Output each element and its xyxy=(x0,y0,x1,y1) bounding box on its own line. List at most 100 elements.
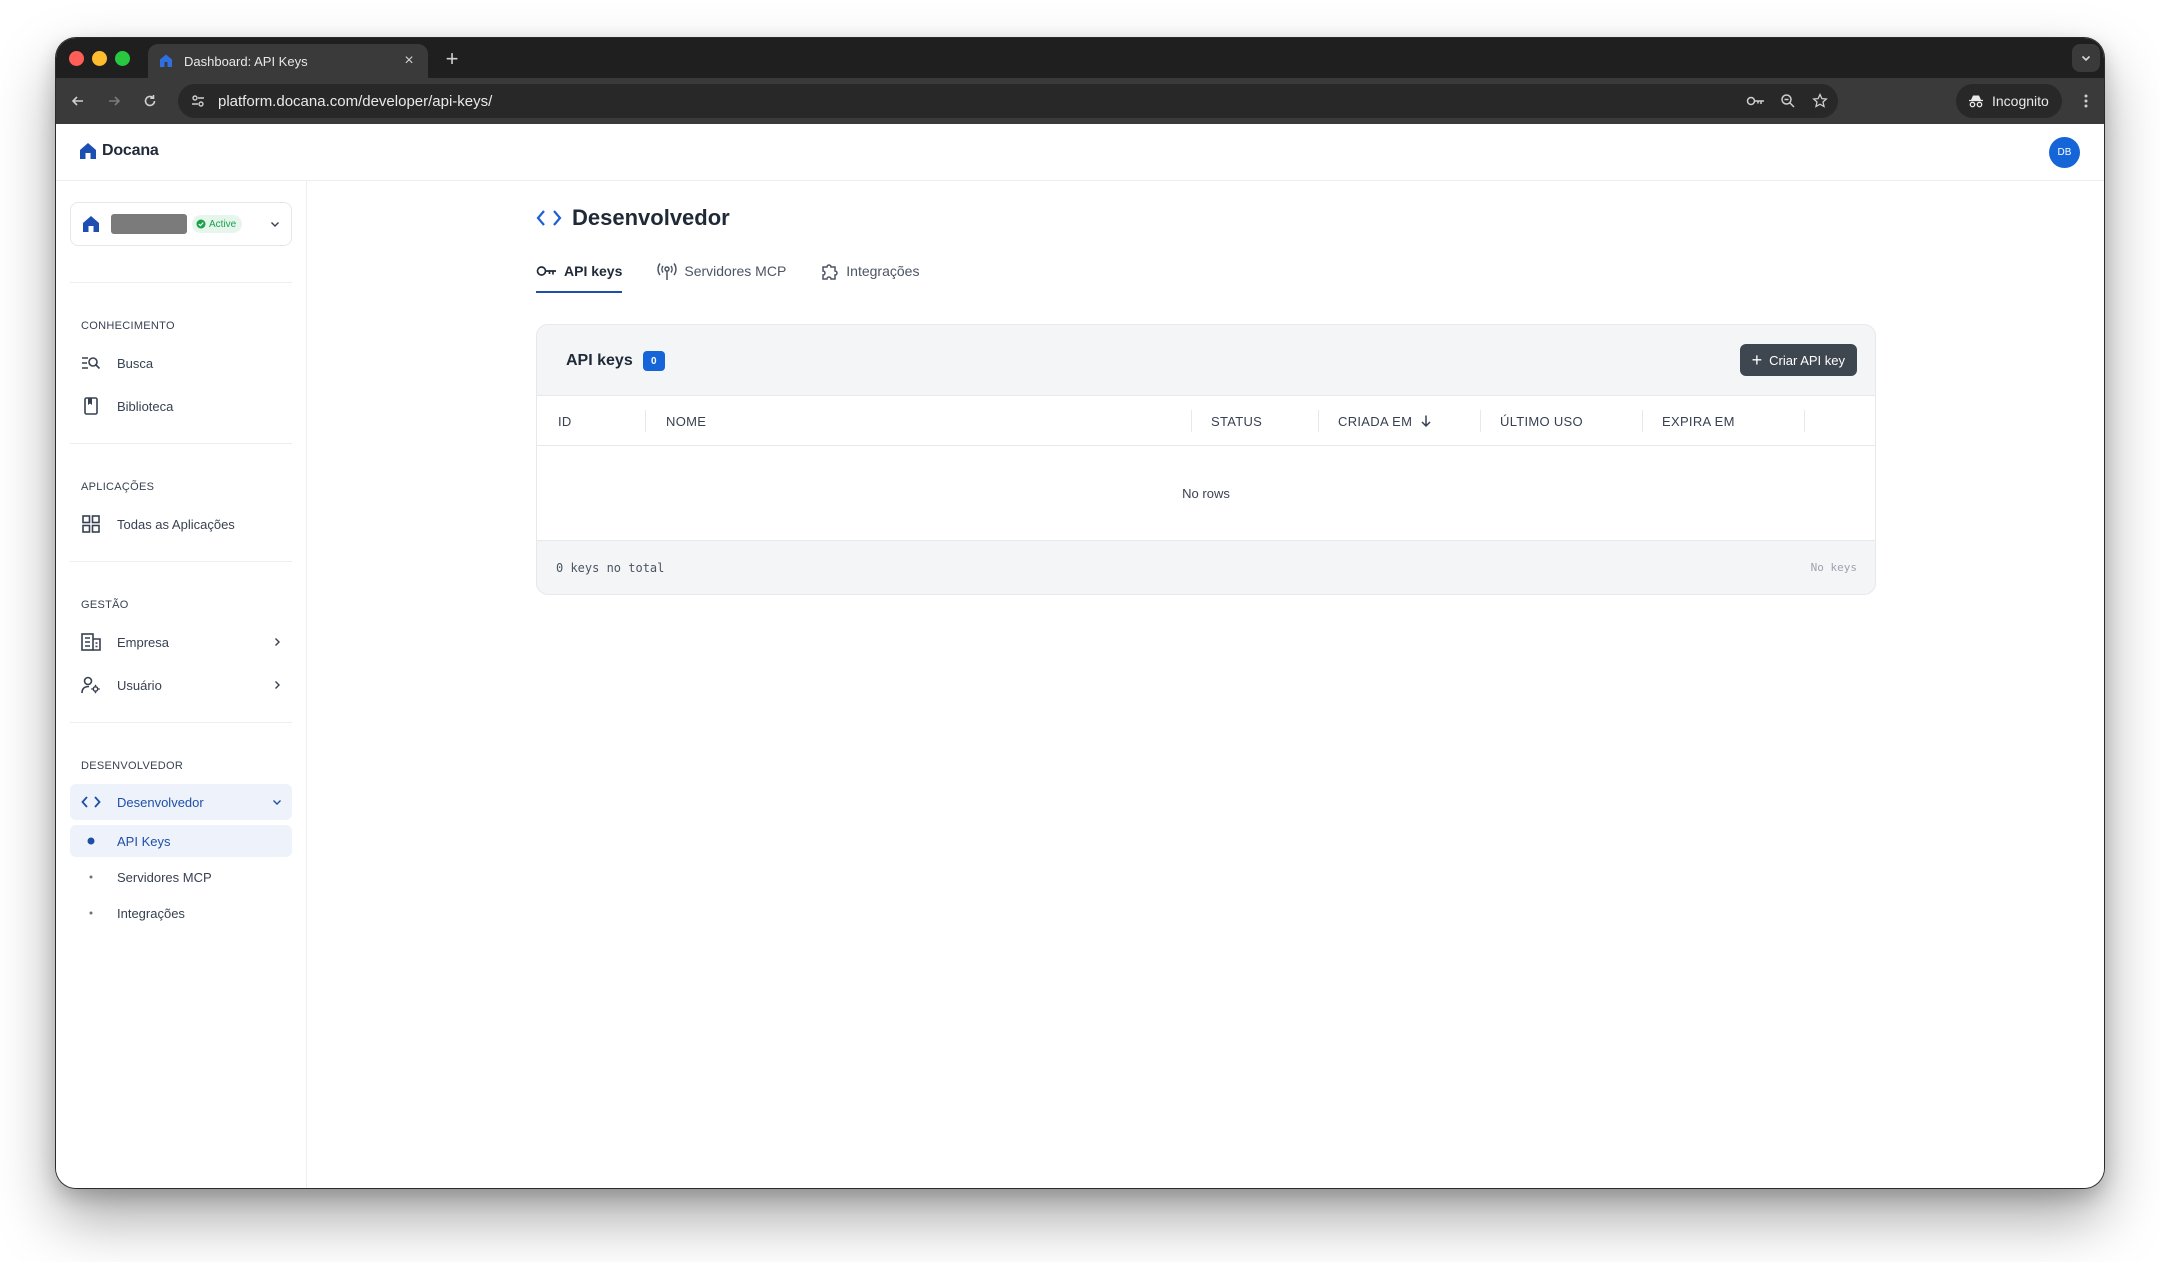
zoom-icon[interactable] xyxy=(1772,84,1804,118)
section-title-desenvolvedor: DESENVOLVEDOR xyxy=(81,760,184,772)
section-title-gestao: GESTÃO xyxy=(81,599,129,611)
column-header-nome[interactable]: NOME xyxy=(666,396,706,446)
sort-descending-icon xyxy=(1421,415,1431,428)
key-icon xyxy=(536,266,556,276)
sidebar-subitem-label: Integrações xyxy=(117,905,185,921)
empty-state-text: No rows xyxy=(1182,485,1230,501)
sidebar-item-label: Busca xyxy=(117,355,154,371)
code-icon xyxy=(81,792,101,812)
section-title-aplicacoes: APLICAÇÕES xyxy=(81,481,155,493)
tab-search-button[interactable] xyxy=(2072,44,2100,72)
back-button[interactable] xyxy=(66,89,90,113)
column-separator[interactable] xyxy=(1480,410,1481,432)
page-header: Desenvolvedor xyxy=(536,205,730,231)
column-header-ultimo-uso[interactable]: ÚLTIMO USO xyxy=(1500,396,1583,446)
tab-api-keys[interactable]: API keys xyxy=(536,251,623,293)
chevron-down-icon xyxy=(271,222,279,227)
more-vertical-icon xyxy=(2084,94,2088,108)
tab-label: Servidores MCP xyxy=(684,263,787,279)
column-separator[interactable] xyxy=(1318,410,1319,432)
column-header-id[interactable]: ID xyxy=(558,396,572,446)
create-api-key-label: Criar API key xyxy=(1769,352,1845,368)
sidebar-subitem-servidores-mcp[interactable]: Servidores MCP xyxy=(70,861,292,893)
page-title: Desenvolvedor xyxy=(572,205,730,230)
table-header: ID NOME STATUS CRIADA EM ÚLTIMO USO EXPI… xyxy=(537,395,1875,446)
plus-icon: + xyxy=(1751,350,1763,370)
sidebar-item-desenvolvedor[interactable]: Desenvolvedor xyxy=(70,784,292,820)
sidebar-subitem-integracoes[interactable]: Integrações xyxy=(70,897,292,929)
maximize-window-button[interactable] xyxy=(115,51,130,66)
tab-label: API keys xyxy=(564,263,623,279)
table-body: No rows xyxy=(537,446,1875,541)
divider xyxy=(70,443,292,444)
card-footer: 0 keys no total No keys xyxy=(537,541,1875,594)
close-window-button[interactable] xyxy=(69,51,84,66)
tab-integracoes[interactable]: Integrações xyxy=(820,251,919,291)
grid-icon xyxy=(81,514,101,534)
app: Docana DB Active CONHECIMENTO Busca Bibl… xyxy=(56,124,2104,1188)
sidebar-item-usuario[interactable]: Usuário xyxy=(70,667,292,703)
incognito-indicator[interactable]: Incognito xyxy=(1956,84,2062,118)
password-key-icon[interactable] xyxy=(1740,84,1772,118)
building-icon xyxy=(81,632,101,652)
column-separator[interactable] xyxy=(1642,410,1643,432)
sidebar-item-busca[interactable]: Busca xyxy=(70,345,292,381)
org-logo-icon xyxy=(83,216,99,232)
forward-button[interactable] xyxy=(102,89,126,113)
sidebar-item-empresa[interactable]: Empresa xyxy=(70,624,292,660)
docana-logo-icon xyxy=(80,143,96,159)
docana-logo[interactable]: Docana xyxy=(78,141,159,161)
tab-label: Integrações xyxy=(846,263,920,279)
close-tab-icon[interactable]: × xyxy=(400,52,418,70)
main-content: Desenvolvedor API keys Servidores MCP In… xyxy=(308,181,2104,1188)
browser-menu-button[interactable] xyxy=(2074,89,2098,113)
divider xyxy=(70,561,292,562)
card-header: API keys 0 + Criar API key xyxy=(537,325,1875,395)
book-icon xyxy=(81,396,101,416)
column-separator[interactable] xyxy=(1804,410,1805,432)
api-keys-card: API keys 0 + Criar API key ID NOME STATU… xyxy=(536,324,1876,595)
sidebar-item-label: Biblioteca xyxy=(117,398,174,414)
sidebar-subitem-api-keys[interactable]: API Keys xyxy=(70,825,292,857)
total-keys-text: 0 keys no total xyxy=(556,561,665,575)
status-badge-label: Active xyxy=(209,218,237,230)
sidebar-item-label: Todas as Aplicações xyxy=(117,516,235,532)
sidebar: Active CONHECIMENTO Busca Biblioteca APL… xyxy=(56,181,307,1188)
browser-toolbar: platform.docana.com/developer/api-keys/ … xyxy=(56,78,2104,124)
reload-icon xyxy=(144,95,156,107)
search-list-icon xyxy=(81,353,101,373)
column-separator[interactable] xyxy=(1191,410,1192,432)
org-switcher[interactable]: Active xyxy=(70,202,292,246)
address-bar[interactable]: platform.docana.com/developer/api-keys/ xyxy=(178,84,1838,118)
tab-servidores-mcp[interactable]: Servidores MCP xyxy=(656,251,786,291)
docana-favicon-icon xyxy=(160,54,172,67)
reload-button[interactable] xyxy=(138,89,162,113)
card-title-text: API keys xyxy=(566,352,633,369)
column-header-status[interactable]: STATUS xyxy=(1211,396,1262,446)
column-header-label: CRIADA EM xyxy=(1338,413,1413,429)
user-settings-icon xyxy=(81,675,101,695)
incognito-icon xyxy=(1969,95,1983,108)
column-header-expira-em[interactable]: EXPIRA EM xyxy=(1662,396,1735,446)
site-settings-icon[interactable] xyxy=(188,91,208,111)
status-badge: Active xyxy=(192,215,243,233)
column-separator[interactable] xyxy=(645,410,646,432)
bookmark-star-icon[interactable] xyxy=(1804,84,1836,118)
sidebar-subitem-label: Servidores MCP xyxy=(117,869,212,885)
sidebar-subitem-label: API Keys xyxy=(117,833,171,849)
chevron-down-icon xyxy=(2081,55,2091,62)
new-tab-button[interactable]: + xyxy=(440,46,464,72)
create-api-key-button[interactable]: + Criar API key xyxy=(1739,344,1857,376)
sidebar-item-biblioteca[interactable]: Biblioteca xyxy=(70,388,292,424)
column-header-criada-em[interactable]: CRIADA EM xyxy=(1338,396,1432,446)
chevron-right-icon xyxy=(275,638,280,646)
browser-tab[interactable]: Dashboard: API Keys × xyxy=(148,44,428,78)
sidebar-item-todas-aplicacoes[interactable]: Todas as Aplicações xyxy=(70,506,292,542)
tab-strip: Dashboard: API Keys × + xyxy=(56,38,2104,78)
user-avatar[interactable]: DB xyxy=(2049,137,2080,168)
arrow-left-icon xyxy=(71,96,83,106)
app-header: Docana DB xyxy=(56,124,2104,181)
minimize-window-button[interactable] xyxy=(92,51,107,66)
logo-text: Docana xyxy=(102,142,159,159)
arrow-right-icon xyxy=(109,96,121,106)
